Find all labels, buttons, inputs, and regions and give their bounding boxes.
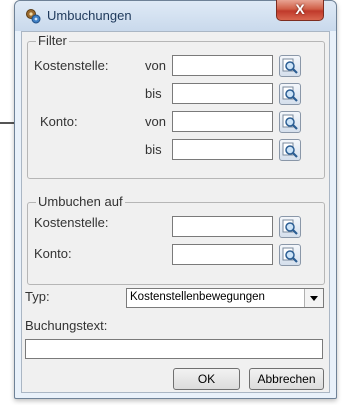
buchungstext-input[interactable] xyxy=(25,339,323,359)
cancel-button[interactable]: Abbrechen xyxy=(249,368,324,390)
magnifier-icon xyxy=(282,247,298,263)
umbuchen-konto-input[interactable] xyxy=(172,244,273,265)
umbuchen-kostenstelle-input[interactable] xyxy=(172,216,273,237)
title-bar[interactable]: Umbuchungen X xyxy=(15,0,336,31)
filter-konto-von-input[interactable] xyxy=(172,111,273,132)
filter-group: Filter Kostenstelle: von bis Konto: von … xyxy=(27,33,325,179)
gears-icon xyxy=(26,9,41,24)
typ-select[interactable]: Kostenstellenbewegungen xyxy=(126,288,324,308)
filter-kostenstelle-label: Kostenstelle: xyxy=(34,58,109,73)
dialog-window: Umbuchungen X Filter Kostenstelle: von b… xyxy=(14,0,337,399)
dialog-client-area: Filter Kostenstelle: von bis Konto: von … xyxy=(21,31,330,393)
filter-konto-bis-input[interactable] xyxy=(172,139,273,160)
close-button[interactable]: X xyxy=(276,0,324,21)
filter-group-title: Filter xyxy=(36,33,69,48)
magnifier-icon xyxy=(282,142,298,158)
filter-konto-von-label: von xyxy=(145,114,166,129)
chevron-down-icon[interactable] xyxy=(304,289,323,307)
filter-konto-label: Konto: xyxy=(40,114,78,129)
filter-kostenstelle-bis-label: bis xyxy=(145,86,162,101)
umbuchen-konto-lookup-button[interactable] xyxy=(279,244,301,266)
magnifier-icon xyxy=(282,114,298,130)
umbuchen-group: Umbuchen auf Kostenstelle: Konto: xyxy=(27,194,325,285)
filter-konto-bis-lookup-button[interactable] xyxy=(279,139,301,161)
umbuchen-konto-label: Konto: xyxy=(34,246,72,261)
window-title: Umbuchungen xyxy=(47,8,132,23)
filter-konto-von-lookup-button[interactable] xyxy=(279,111,301,133)
magnifier-icon xyxy=(282,86,298,102)
typ-selected-value: Kostenstellenbewegungen xyxy=(130,291,265,303)
filter-kostenstelle-bis-lookup-button[interactable] xyxy=(279,83,301,105)
umbuchen-kostenstelle-label: Kostenstelle: xyxy=(34,215,109,230)
filter-kostenstelle-von-label: von xyxy=(145,58,166,73)
umbuchen-group-title: Umbuchen auf xyxy=(36,194,125,209)
umbuchen-kostenstelle-lookup-button[interactable] xyxy=(279,216,301,238)
filter-kostenstelle-bis-input[interactable] xyxy=(172,83,273,104)
magnifier-icon xyxy=(282,219,298,235)
filter-kostenstelle-von-input[interactable] xyxy=(172,55,273,76)
buchungstext-label: Buchungstext: xyxy=(25,318,108,333)
magnifier-icon xyxy=(282,58,298,74)
typ-label: Typ: xyxy=(25,289,50,304)
filter-konto-bis-label: bis xyxy=(145,142,162,157)
filter-kostenstelle-von-lookup-button[interactable] xyxy=(279,55,301,77)
ok-button[interactable]: OK xyxy=(173,368,240,390)
